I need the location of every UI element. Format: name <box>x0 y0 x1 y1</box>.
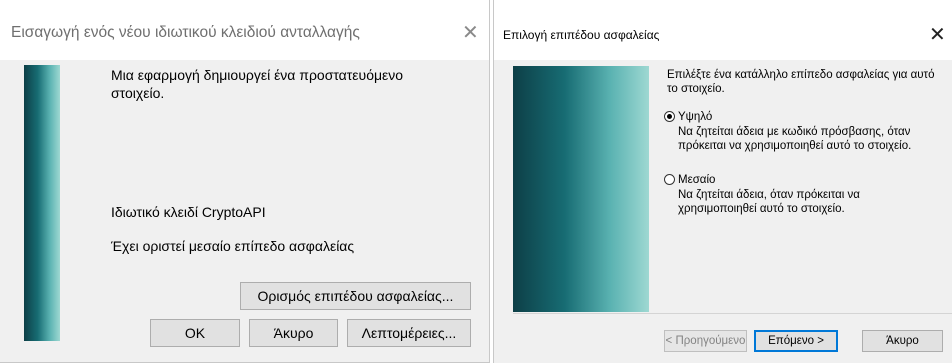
cancel-button[interactable]: Άκυρο <box>249 319 338 347</box>
choose-security-level-dialog: Επιλογή επιπέδου ασφαλείας ✕ Επιλέξτε έν… <box>493 0 952 363</box>
instruction-line-2: το στοιχείο. <box>667 83 725 95</box>
title-bar: Επιλογή επιπέδου ασφαλείας ✕ <box>494 0 952 60</box>
instruction-line-1: Επιλέξτε ένα κατάλληλο επίπεδο ασφαλείας… <box>667 69 935 81</box>
high-option-description-line-2: πρόκειται να χρησιμοποιηθεί αυτό το στοι… <box>678 140 912 152</box>
set-security-level-button[interactable]: Ορισμός επιπέδου ασφαλείας... <box>240 282 471 310</box>
title-bar: Εισαγωγή ενός νέου ιδιωτικού κλειδιού αν… <box>0 0 489 60</box>
back-button[interactable]: < Προηγούμενο <box>664 330 747 352</box>
ok-button[interactable]: OK <box>150 319 240 347</box>
message-line-1: Μια εφαρμογή δημιουργεί ένα προστατευόμε… <box>111 67 404 83</box>
close-icon[interactable]: ✕ <box>462 20 479 45</box>
import-private-key-dialog: Εισαγωγή ενός νέου ιδιωτικού κλειδιού αν… <box>0 0 490 363</box>
message-line-2: στοιχείο. <box>111 85 165 101</box>
details-button[interactable]: Λεπτομέρειες... <box>347 319 471 347</box>
dialog-title: Εισαγωγή ενός νέου ιδιωτικού κλειδιού αν… <box>11 24 360 41</box>
high-radio-button[interactable] <box>664 111 675 122</box>
decorative-sidebar-image <box>24 65 60 341</box>
close-icon[interactable]: ✕ <box>929 22 946 47</box>
high-option-label[interactable]: Υψηλό <box>678 110 712 124</box>
medium-option-description-line-2: χρησιμοποιηθεί αυτό το στοιχείο. <box>678 203 845 215</box>
footer-separator <box>513 313 952 314</box>
key-type-label: Ιδιωτικό κλειδί CryptoAPI <box>111 204 266 220</box>
medium-option-label[interactable]: Μεσαίο <box>678 173 715 187</box>
cancel-button[interactable]: Άκυρο <box>862 330 943 352</box>
next-button[interactable]: Επόμενο > <box>754 330 838 352</box>
dialog-title: Επιλογή επιπέδου ασφαλείας <box>503 28 660 42</box>
decorative-sidebar-image <box>513 66 649 312</box>
medium-radio-button[interactable] <box>664 174 675 185</box>
high-option-description-line-1: Να ζητείται άδεια με κωδικό πρόσβασης, ό… <box>678 126 911 138</box>
medium-option-description-line-1: Να ζητείται άδεια, όταν πρόκειται να <box>678 189 860 201</box>
security-level-status: Έχει οριστεί μεσαίο επίπεδο ασφαλείας <box>111 238 355 254</box>
